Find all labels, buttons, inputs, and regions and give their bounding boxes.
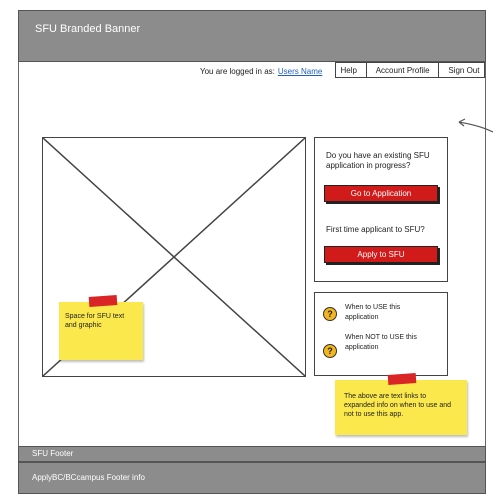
sticky-note-help: The above are text links to expanded inf… — [335, 373, 467, 435]
existing-app-question: Do you have an existing SFU application … — [326, 151, 430, 170]
sfu-footer-text: SFU Footer — [32, 449, 74, 458]
sticky-note-placeholder: Space for SFU text and graphic — [59, 295, 143, 360]
help-link-row[interactable]: ? When to USE this application — [323, 303, 431, 323]
go-to-application-button[interactable]: Go to Application — [324, 185, 438, 202]
placeholder-note-text: Space for SFU text and graphic — [65, 313, 125, 329]
when-not-to-use-link[interactable]: When NOT to USE this application — [345, 333, 431, 353]
annotation-arrow-icon — [458, 118, 494, 133]
sfu-footer: SFU Footer — [18, 446, 486, 462]
when-to-use-link[interactable]: When to USE this application — [345, 303, 431, 323]
apply-to-sfu-button[interactable]: Apply to SFU — [324, 246, 438, 263]
nav-account-profile[interactable]: Account Profile — [376, 66, 430, 75]
tape — [88, 295, 118, 307]
nav-divider — [365, 63, 367, 77]
tape — [387, 373, 417, 385]
branded-banner: SFU Branded Banner — [18, 10, 486, 62]
login-status: You are logged in as: Users Name — [200, 67, 322, 76]
banner-title: SFU Branded Banner — [35, 23, 141, 35]
question-icon: ? — [323, 307, 337, 321]
top-navigation: Help Account Profile Sign Out — [335, 62, 485, 78]
help-links-panel: ? When to USE this application ? When NO… — [314, 292, 448, 376]
applybc-footer-text: ApplyBC/BCcampus Footer info — [32, 473, 145, 482]
user-name-link[interactable]: Users Name — [278, 67, 322, 76]
new-app-question: First time applicant to SFU? — [326, 225, 425, 234]
question-icon: ? — [323, 344, 337, 358]
help-note-text: The above are text links to expanded inf… — [344, 393, 452, 418]
nav-divider — [438, 63, 440, 77]
login-label: You are logged in as: — [200, 67, 275, 76]
applybc-footer: ApplyBC/BCcampus Footer info — [18, 462, 486, 494]
application-panel: Do you have an existing SFU application … — [314, 137, 448, 282]
nav-sign-out[interactable]: Sign Out — [448, 66, 479, 75]
help-link-row[interactable]: ? When NOT to USE this application — [323, 333, 431, 358]
nav-help[interactable]: Help — [340, 66, 356, 75]
